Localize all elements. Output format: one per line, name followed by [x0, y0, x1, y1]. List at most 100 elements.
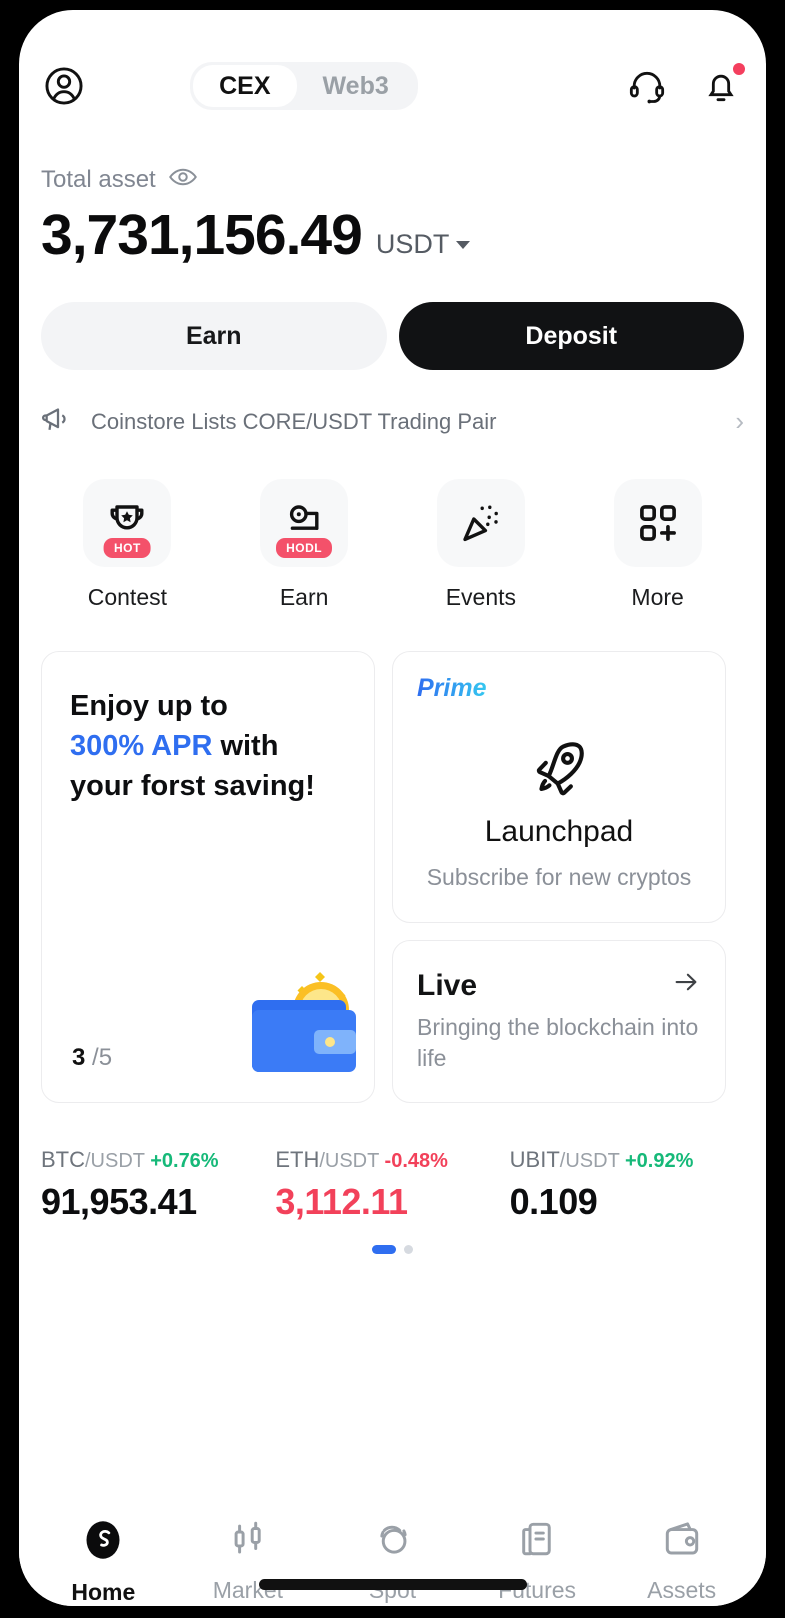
- prime-tag: Prime: [417, 674, 487, 702]
- ticker-btc[interactable]: BTC/USDT +0.76% 91,953.41: [41, 1147, 275, 1223]
- promo-line3: your forst saving!: [70, 770, 315, 803]
- ticker-price: 0.109: [509, 1181, 598, 1222]
- right-card-column: Prime Launchpad Subscribe for new crypto…: [392, 651, 726, 1103]
- party-popper-icon: [436, 479, 525, 567]
- nav-label: Home: [71, 1579, 136, 1605]
- bottom-navigation: Home Market Spot Futures Assets: [19, 1500, 766, 1606]
- coin-hand-icon: HODL: [260, 479, 349, 567]
- quick-action-more[interactable]: More: [569, 479, 746, 611]
- live-card[interactable]: Live Bringing the blockchain into life: [392, 940, 726, 1103]
- launchpad-subtitle: Subscribe for new cryptos: [426, 864, 692, 890]
- nav-label: Assets: [647, 1577, 717, 1603]
- page-total: /5: [92, 1044, 113, 1071]
- badge-hot: HOT: [103, 538, 151, 558]
- promo-line2-tail: with: [212, 730, 279, 763]
- ticker-base: UBIT: [509, 1147, 560, 1172]
- balance-amount-row: 3,731,156.49 USDT: [41, 207, 744, 264]
- currency-selector[interactable]: USDT: [376, 229, 471, 264]
- promo-card[interactable]: Enjoy up to 300% APR with your forst sav…: [41, 651, 375, 1103]
- promo-title: Enjoy up to 300% APR with your forst sav…: [70, 686, 346, 806]
- app-header: CEX Web3: [19, 10, 766, 122]
- ticker-base: BTC: [41, 1147, 85, 1172]
- ticker-eth[interactable]: ETH/USDT -0.48% 3,112.11: [275, 1147, 509, 1223]
- announcement-text: Coinstore Lists CORE/USDT Trading Pair: [91, 408, 497, 434]
- badge-hodl: HODL: [276, 538, 333, 558]
- rocket-icon: [536, 742, 584, 796]
- tab-web3[interactable]: Web3: [297, 65, 415, 107]
- nav-item-assets[interactable]: Assets: [609, 1518, 754, 1606]
- quick-action-earn[interactable]: HODL Earn: [216, 479, 393, 611]
- launchpad-card[interactable]: Prime Launchpad Subscribe for new crypto…: [392, 651, 726, 923]
- promo-cards: Enjoy up to 300% APR with your forst sav…: [19, 611, 766, 1103]
- live-subtitle: Bringing the blockchain into life: [417, 1014, 699, 1072]
- deposit-button[interactable]: Deposit: [398, 302, 744, 370]
- ticker-quote: /USDT: [85, 1150, 145, 1172]
- nav-item-spot[interactable]: Spot: [320, 1518, 465, 1606]
- announcement-bar[interactable]: Coinstore Lists CORE/USDT Trading Pair ›: [19, 370, 766, 441]
- live-title: Live: [417, 968, 478, 1002]
- promo-line1: Enjoy up to: [70, 690, 228, 722]
- nav-item-home[interactable]: Home: [31, 1518, 176, 1606]
- ticker-change: +0.92%: [624, 1150, 694, 1172]
- ticker-quote: /USDT: [559, 1150, 620, 1172]
- candlestick-icon: [227, 1518, 269, 1565]
- nav-item-market[interactable]: Market: [176, 1518, 321, 1606]
- launchpad-title: Launchpad: [484, 815, 634, 848]
- balance-section: Total asset 3,731,156.49 USDT: [19, 122, 766, 264]
- balance-label-row: Total asset: [41, 162, 744, 197]
- phone-frame: CEX Web3 Total asset 3,731,156.49 USDT E…: [0, 0, 785, 1618]
- currency-label: USDT: [375, 229, 450, 259]
- ticker-price: 3,112.11: [275, 1181, 408, 1222]
- quick-action-label: Contest: [87, 584, 167, 610]
- quick-action-label: Earn: [279, 584, 329, 610]
- wallet-bitcoin-illustration: B: [252, 972, 356, 1072]
- swap-circles-icon: [371, 1518, 413, 1565]
- total-asset-amount: 3,731,156.49: [41, 203, 363, 267]
- home-indicator: [258, 1579, 527, 1590]
- header-actions: [624, 63, 745, 109]
- promo-pagination: 3 /5: [72, 1044, 112, 1072]
- cex-web3-toggle[interactable]: CEX Web3: [190, 62, 418, 110]
- primary-actions: Earn Deposit: [19, 264, 766, 370]
- chevron-right-icon: ›: [735, 406, 744, 436]
- ticker-quote: /USDT: [319, 1150, 379, 1172]
- ticker-pair: ETH/USDT -0.48%: [275, 1147, 509, 1173]
- trophy-icon: HOT: [83, 479, 172, 567]
- carousel-dots[interactable]: [19, 1245, 766, 1254]
- ticker-change: +0.76%: [150, 1150, 219, 1172]
- app-screen: CEX Web3 Total asset 3,731,156.49 USDT E…: [19, 10, 766, 1606]
- document-chart-icon: [516, 1518, 558, 1565]
- coinstore-logo-icon: [81, 1518, 125, 1567]
- carousel-dot-active[interactable]: [372, 1245, 396, 1254]
- tab-cex[interactable]: CEX: [193, 65, 297, 107]
- ticker-pair: BTC/USDT +0.76%: [41, 1147, 275, 1173]
- live-header-row: Live: [417, 967, 701, 1004]
- arrow-right-icon[interactable]: [671, 967, 701, 1004]
- ticker-row: BTC/USDT +0.76% 91,953.41 ETH/USDT -0.48…: [19, 1103, 766, 1223]
- wallet-icon: [661, 1518, 703, 1565]
- earn-button[interactable]: Earn: [41, 302, 387, 370]
- quick-action-label: More: [631, 584, 684, 610]
- ticker-base: ETH: [275, 1147, 320, 1172]
- megaphone-icon: [41, 402, 75, 441]
- notification-badge: [732, 63, 745, 75]
- ticker-change: -0.48%: [384, 1150, 448, 1172]
- ticker-ubit[interactable]: UBIT/USDT +0.92% 0.109: [510, 1147, 744, 1223]
- quick-action-contest[interactable]: HOT Contest: [39, 479, 216, 611]
- page-current: 3: [72, 1044, 86, 1071]
- ticker-price: 91,953.41: [41, 1181, 197, 1222]
- quick-action-label: Events: [445, 584, 517, 610]
- ticker-pair: UBIT/USDT +0.92%: [510, 1147, 744, 1173]
- quick-action-events[interactable]: Events: [393, 479, 570, 611]
- promo-highlight: 300% APR: [70, 730, 213, 763]
- total-asset-label: Total asset: [41, 165, 156, 193]
- nav-item-futures[interactable]: Futures: [465, 1518, 610, 1606]
- user-circle-icon[interactable]: [41, 63, 87, 109]
- grid-plus-icon: [613, 479, 702, 567]
- quick-actions: HOT Contest HODL Earn Events More: [19, 441, 766, 611]
- bell-icon[interactable]: [698, 63, 745, 109]
- eye-icon[interactable]: [168, 162, 198, 197]
- headset-icon[interactable]: [624, 63, 670, 109]
- chevron-down-icon: [456, 240, 471, 249]
- carousel-dot[interactable]: [404, 1245, 413, 1254]
